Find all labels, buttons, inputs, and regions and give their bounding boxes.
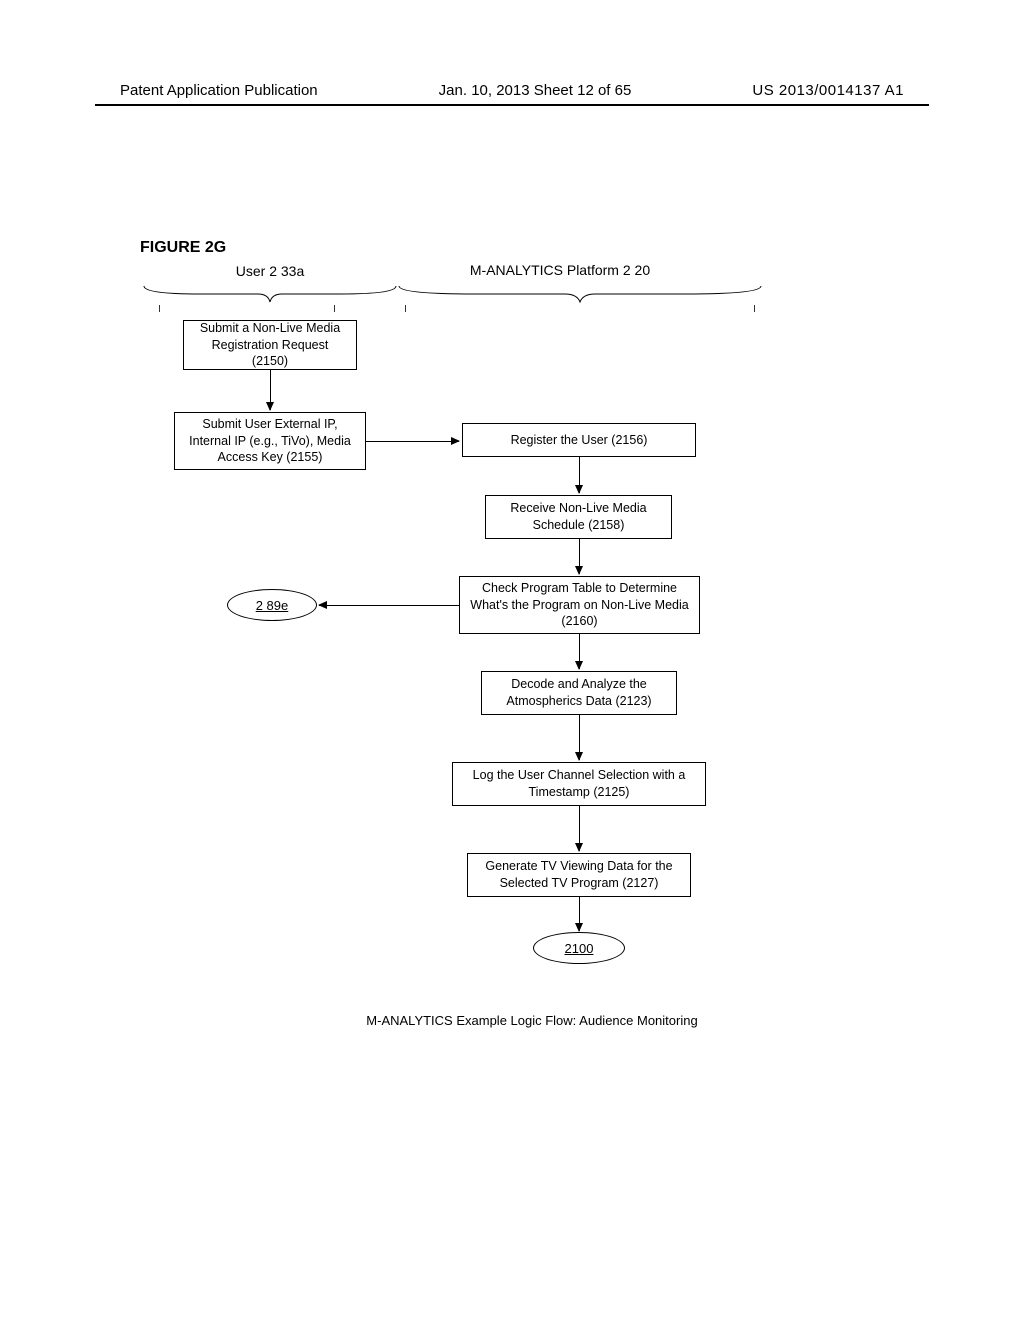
- arrow-2156-to-2158: [579, 457, 580, 493]
- arrow-2125-to-2127: [579, 806, 580, 851]
- flowchart: Submit a Non-Live Media Registration Req…: [0, 0, 1024, 1320]
- ellipse-289e: 2 89e: [227, 589, 317, 621]
- diagram-caption: M-ANALYTICS Example Logic Flow: Audience…: [352, 1013, 712, 1028]
- box-2127: Generate TV Viewing Data for the Selecte…: [467, 853, 691, 897]
- arrow-2158-to-2160: [579, 539, 580, 574]
- box-2150: Submit a Non-Live Media Registration Req…: [183, 320, 357, 370]
- arrow-2127-to-2100: [579, 897, 580, 931]
- box-2156: Register the User (2156): [462, 423, 696, 457]
- ellipse-2100: 2100: [533, 932, 625, 964]
- box-2158: Receive Non-Live Media Schedule (2158): [485, 495, 672, 539]
- arrow-2160-to-2123: [579, 634, 580, 669]
- arrow-2160-to-289e: [319, 605, 459, 606]
- box-2155: Submit User External IP, Internal IP (e.…: [174, 412, 366, 470]
- arrow-2155-to-2156: [366, 441, 459, 442]
- box-2160: Check Program Table to Determine What's …: [459, 576, 700, 634]
- box-2123: Decode and Analyze the Atmospherics Data…: [481, 671, 677, 715]
- arrow-2123-to-2125: [579, 715, 580, 760]
- arrow-2150-to-2155: [270, 370, 271, 410]
- box-2125: Log the User Channel Selection with a Ti…: [452, 762, 706, 806]
